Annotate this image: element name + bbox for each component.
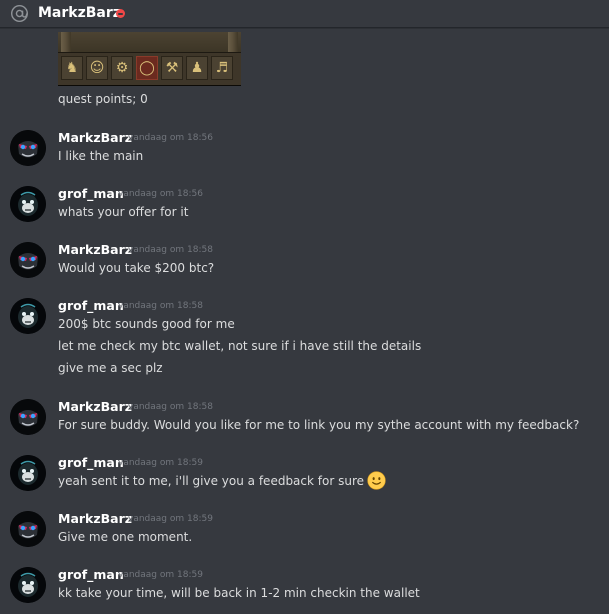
game-tab-icon: ☺ xyxy=(86,56,108,80)
message-text: let me check my btc wallet, not sure if … xyxy=(58,339,422,353)
at-sign-icon xyxy=(10,4,29,23)
game-frame xyxy=(58,32,241,54)
blue-eyed-mask-avatar[interactable] xyxy=(10,242,46,278)
game-frame-pillar xyxy=(228,32,238,54)
message-text: give me a sec plz xyxy=(58,361,163,375)
message-timestamp: vandaag om 18:59 xyxy=(118,570,203,580)
game-tab-icon: ◯ xyxy=(136,56,158,80)
message-author[interactable]: grof_man xyxy=(58,455,124,470)
message-author[interactable]: grof_man xyxy=(58,186,124,201)
message-author[interactable]: MarkzBarz xyxy=(58,511,132,526)
message-text: Give me one moment. xyxy=(58,530,193,544)
game-tab-icon: ♬ xyxy=(211,56,233,80)
game-tab-icon: ⚒ xyxy=(161,56,183,80)
do-not-disturb-status-icon xyxy=(116,9,125,18)
message-text: yeah sent it to me, i'll give you a feed… xyxy=(58,474,364,488)
dm-window: MarkzBarz ♞ ☺ ⚙ ◯ ⚒ ♟ ♬ quest points; 0 … xyxy=(0,0,609,614)
monkey-avatar[interactable] xyxy=(10,186,46,222)
monkey-avatar[interactable] xyxy=(10,567,46,603)
quest-points-text: quest points; 0 xyxy=(58,92,148,106)
message-timestamp: vandaag om 18:58 xyxy=(118,301,203,311)
message-timestamp: vandaag om 18:59 xyxy=(128,514,213,524)
message-text: 200$ btc sounds good for me xyxy=(58,317,235,331)
message-text: For sure buddy. Would you like for me to… xyxy=(58,418,580,432)
message-timestamp: vandaag om 18:56 xyxy=(118,189,203,199)
message-timestamp: vandaag om 18:59 xyxy=(118,458,203,468)
message-text: kk take your time, will be back in 1-2 m… xyxy=(58,586,420,600)
blue-eyed-mask-avatar[interactable] xyxy=(10,399,46,435)
game-tab-icon: ♟ xyxy=(186,56,208,80)
message-author[interactable]: MarkzBarz xyxy=(58,399,132,414)
game-screenshot-embed[interactable]: ♞ ☺ ⚙ ◯ ⚒ ♟ ♬ xyxy=(58,32,241,86)
message-timestamp: vandaag om 18:56 xyxy=(128,133,213,143)
game-tab-icon: ♞ xyxy=(61,56,83,80)
dm-username-title[interactable]: MarkzBarz xyxy=(38,5,121,21)
game-tab-icon: ⚙ xyxy=(111,56,133,80)
game-frame-pillar xyxy=(61,32,71,54)
message-author[interactable]: MarkzBarz xyxy=(58,242,132,257)
channel-header: MarkzBarz xyxy=(0,0,609,28)
message-timestamp: vandaag om 18:58 xyxy=(128,402,213,412)
blue-eyed-mask-avatar[interactable] xyxy=(10,130,46,166)
message-text: I like the main xyxy=(58,149,144,163)
message-text: whats your offer for it xyxy=(58,205,189,219)
message-timestamp: vandaag om 18:58 xyxy=(128,245,213,255)
monkey-avatar[interactable] xyxy=(10,455,46,491)
blue-eyed-mask-avatar[interactable] xyxy=(10,511,46,547)
message-text: Would you take $200 btc? xyxy=(58,261,215,275)
monkey-avatar[interactable] xyxy=(10,298,46,334)
message-author[interactable]: grof_man xyxy=(58,298,124,313)
message-author[interactable]: grof_man xyxy=(58,567,124,582)
slightly-smiling-face-icon xyxy=(367,471,386,490)
message-author[interactable]: MarkzBarz xyxy=(58,130,132,145)
